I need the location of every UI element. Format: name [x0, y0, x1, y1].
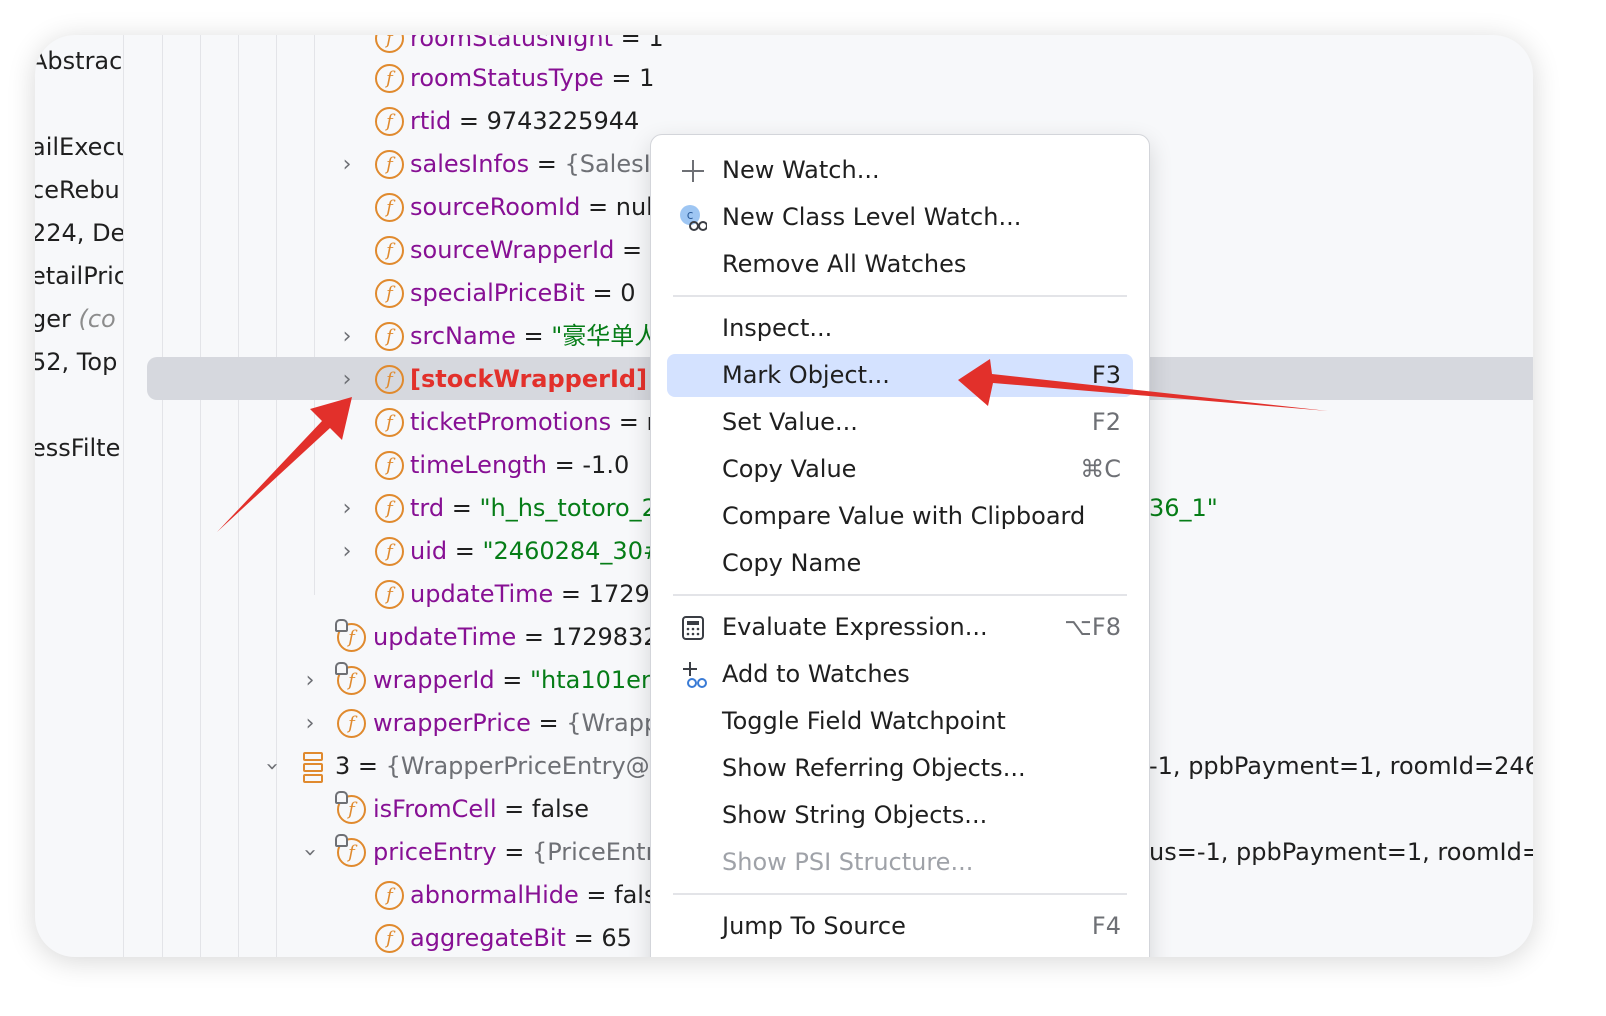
annotation-arrows	[217, 359, 1328, 532]
annotation-arrow-to-menu	[958, 359, 1328, 411]
annotation-arrow-to-row	[217, 397, 352, 532]
